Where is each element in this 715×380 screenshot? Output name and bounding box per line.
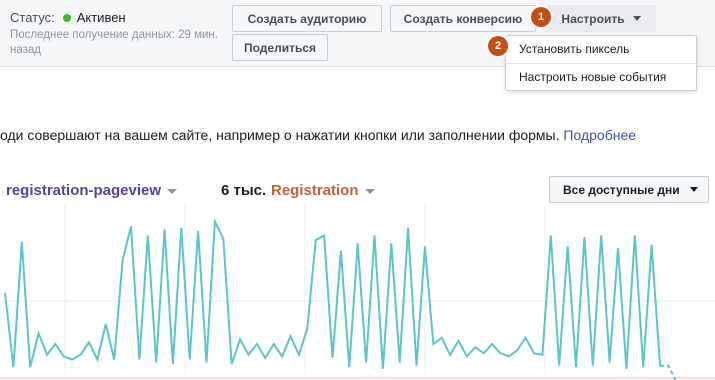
status: Статус: Активен [10,10,126,25]
share-button[interactable]: Поделиться [232,34,328,61]
last-data-received: Последнее получение данных: 29 мин. наза… [10,29,218,56]
status-label: Статус: [10,10,55,25]
create-conversion-label: Создать конверсию [403,11,523,26]
step-badge-1: 1 [531,7,551,27]
setup-label: Настроить [561,11,625,26]
metric-value: 6 тыс. [221,182,267,199]
status-dot-icon [62,14,71,23]
date-range-value: Все доступные дни [563,182,680,197]
metric-secondary-label: Registration [271,182,359,199]
status-value: Активен [76,10,126,25]
learn-more-link[interactable]: Подробнее [563,127,636,143]
create-conversion-button[interactable]: Создать конверсию [390,5,536,32]
chevron-down-icon [364,188,375,194]
share-label: Поделиться [243,40,317,55]
setup-dropdown-button[interactable]: Настроить [546,5,656,32]
events-line-chart [0,205,715,380]
step-badge-2: 2 [488,36,508,56]
date-range-select[interactable]: Все доступные дни [549,176,709,203]
chevron-down-icon [689,187,698,192]
metric-secondary-selector[interactable]: Registration [271,182,375,199]
description: оди совершают на вашем сайте, например о… [0,127,636,143]
create-audience-button[interactable]: Создать аудиторию [232,5,382,32]
metric-primary-label: registration-pageview [6,182,162,199]
chevron-down-icon [167,188,178,194]
description-text: оди совершают на вашем сайте, например о… [0,127,560,143]
chevron-down-icon [632,16,641,21]
metric-primary-selector[interactable]: registration-pageview [6,182,178,199]
menu-item-setup-events[interactable]: Настроить новые события [506,64,696,91]
series-line [4,217,661,369]
setup-menu: Установить пиксель Настроить новые событ… [505,35,697,91]
menu-item-install-pixel[interactable]: Установить пиксель [506,36,696,63]
create-audience-label: Создать аудиторию [247,11,367,26]
